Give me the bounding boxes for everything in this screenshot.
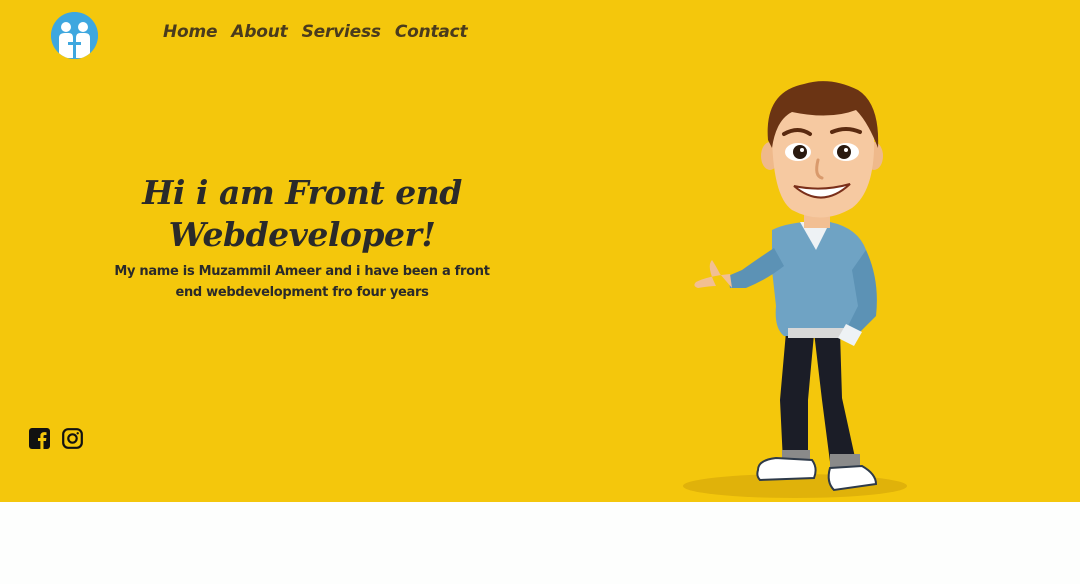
hero-section: Home About Serviess Contact Hi i am Fron… xyxy=(0,0,1080,502)
instagram-icon[interactable] xyxy=(62,428,83,449)
content-area xyxy=(0,502,1080,584)
hero-headline: Hi i am Front end Webdeveloper! xyxy=(142,173,462,254)
cartoon-developer-illustration xyxy=(680,70,910,502)
social-links xyxy=(29,428,83,449)
nav-services[interactable]: Serviess xyxy=(302,22,381,42)
nav-about[interactable]: About xyxy=(231,22,287,42)
facebook-icon[interactable] xyxy=(29,428,50,449)
hero-subtext: My name is Muzammil Ameer and i have bee… xyxy=(114,264,490,300)
logo-icon[interactable] xyxy=(51,12,98,59)
nav-home[interactable]: Home xyxy=(163,22,218,42)
main-nav: Home About Serviess Contact xyxy=(163,22,468,42)
nav-contact[interactable]: Contact xyxy=(395,22,468,42)
